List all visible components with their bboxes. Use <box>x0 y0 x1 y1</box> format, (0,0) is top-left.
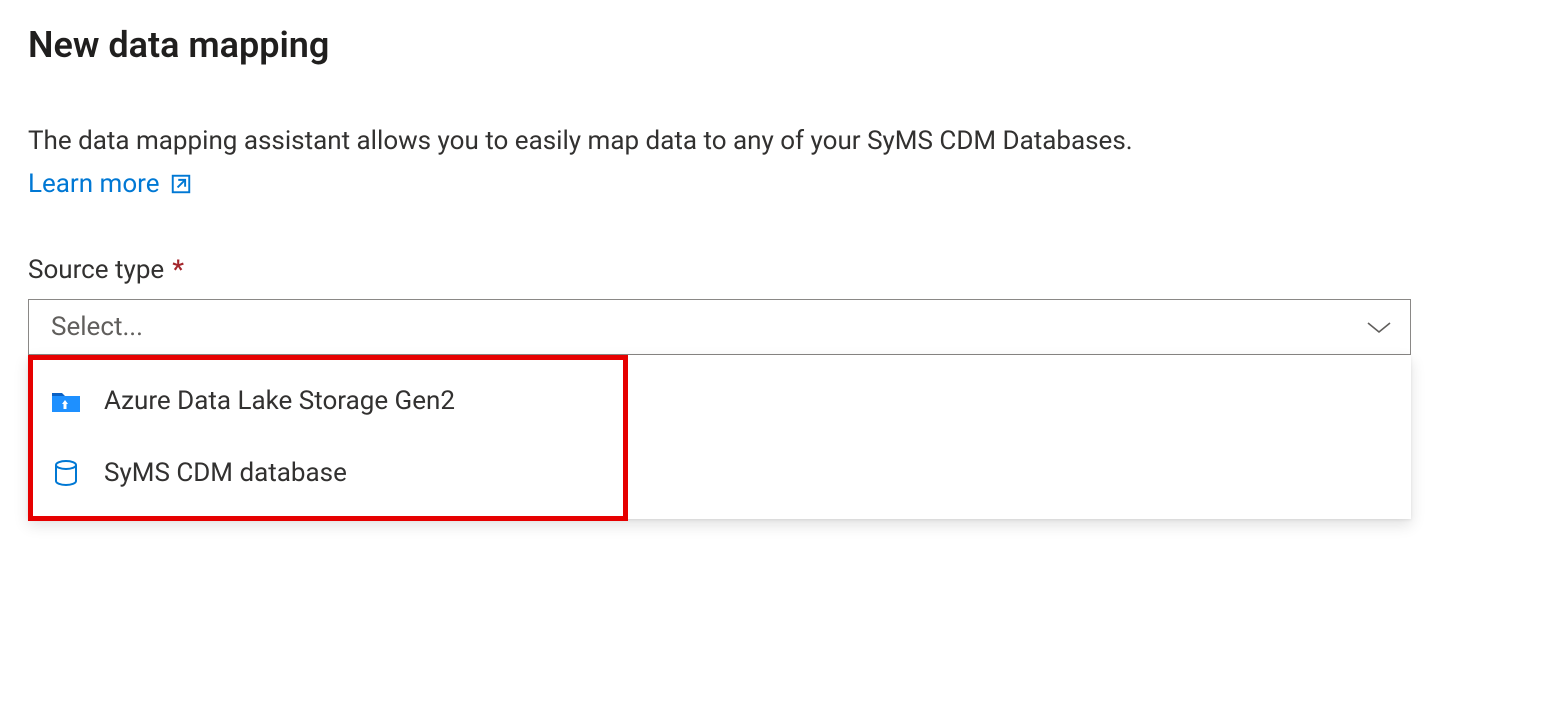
source-type-option-label: Azure Data Lake Storage Gen2 <box>104 386 455 416</box>
source-type-field: Source type * Select... Azure <box>28 255 1517 355</box>
source-type-select[interactable]: Select... <box>28 299 1411 355</box>
source-type-option-label: SyMS CDM database <box>104 458 347 488</box>
learn-more-label: Learn more <box>28 169 160 199</box>
source-type-label-text: Source type <box>28 255 164 285</box>
adls-folder-icon <box>50 385 82 417</box>
open-new-window-icon <box>170 173 192 195</box>
source-type-dropdown: Azure Data Lake Storage Gen2 SyMS CDM da… <box>28 355 1411 519</box>
required-marker: * <box>172 255 184 285</box>
source-type-label: Source type * <box>28 255 184 285</box>
source-type-option-adls[interactable]: Azure Data Lake Storage Gen2 <box>28 365 1411 437</box>
page-title: New data mapping <box>28 24 1517 66</box>
learn-more-link[interactable]: Learn more <box>28 169 192 199</box>
source-type-option-syms[interactable]: SyMS CDM database <box>28 437 1411 509</box>
database-icon <box>50 457 82 489</box>
source-type-placeholder: Select... <box>51 312 143 342</box>
page-description: The data mapping assistant allows you to… <box>28 122 1517 161</box>
chevron-down-icon <box>1366 320 1392 334</box>
